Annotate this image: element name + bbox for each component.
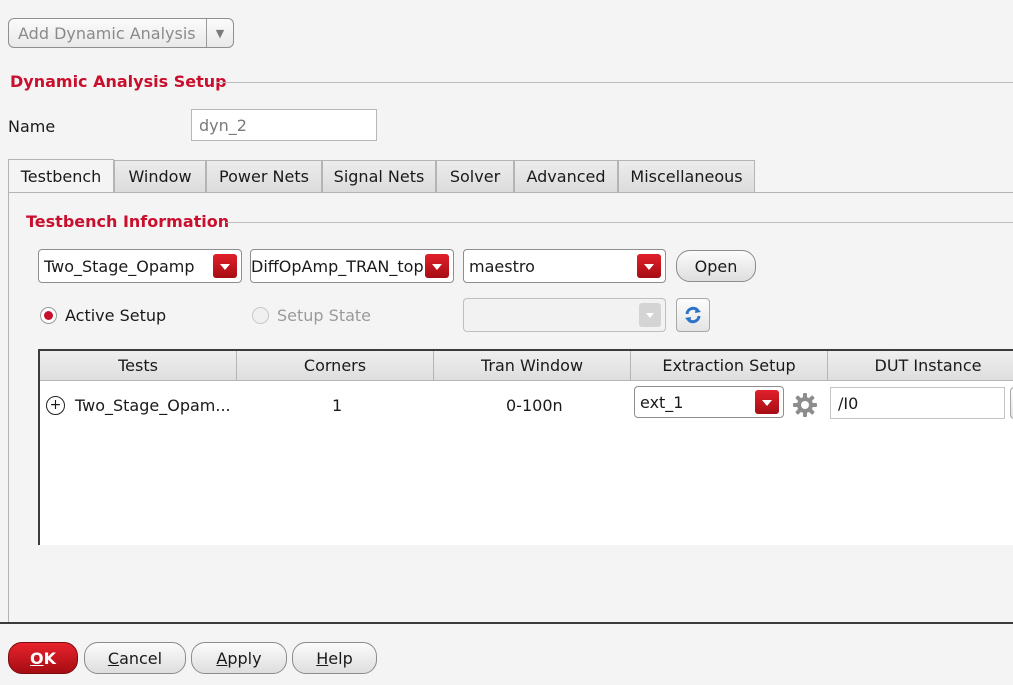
table-header: Tests Corners Tran Window Extraction Set… [40,351,1013,381]
setup-state-dropdown[interactable] [463,298,666,332]
dut-instance-input[interactable]: /I0 [830,387,1005,419]
name-input[interactable]: dyn_2 [191,109,377,141]
setup-state-radio[interactable]: Setup State [252,306,371,325]
active-setup-label: Active Setup [65,306,167,325]
cancel-button[interactable]: Cancel [84,642,186,674]
column-header-tests[interactable]: Tests [40,351,237,380]
section-divider [216,82,1013,83]
extraction-value: ext_1 [640,392,684,412]
testbench-information-title: Testbench Information [26,212,230,231]
ok-rest: K [43,648,56,668]
cell-value: DiffOpAmp_TRAN_top [251,256,424,276]
add-dynamic-analysis-combo[interactable]: Add Dynamic Analysis ▼ [8,18,234,48]
apply-mnemonic: A [216,648,228,668]
gear-button[interactable] [792,381,818,429]
cancel-mnemonic: C [107,648,120,668]
tab-solver[interactable]: Solver [436,160,514,192]
column-header-dut-instance[interactable]: DUT Instance [828,351,1013,380]
gear-icon [793,393,817,417]
column-header-corners[interactable]: Corners [237,351,434,380]
active-setup-radio[interactable]: Active Setup [40,306,166,325]
tab-testbench[interactable]: Testbench [8,159,114,193]
apply-button[interactable]: Apply [191,642,287,674]
chevron-down-icon[interactable] [213,254,237,278]
section-divider [226,222,1013,223]
chevron-down-icon[interactable] [425,254,449,278]
view-dropdown[interactable]: maestro [463,249,666,283]
chevron-down-icon[interactable]: ▼ [206,19,233,47]
add-dynamic-analysis-label: Add Dynamic Analysis [18,23,196,43]
setup-state-label: Setup State [277,306,372,325]
corners-cell: 1 [332,395,343,415]
tab-window[interactable]: Window [114,160,206,192]
dut-cell: /I0 [830,387,1005,419]
column-header-tran-window[interactable]: Tran Window [434,351,631,380]
help-rest: elp [328,648,353,668]
help-mnemonic: H [316,648,329,668]
chevron-down-icon [639,303,661,327]
extraction-cell: ext_1 [634,386,784,418]
radio-unselected-icon [252,307,269,324]
tab-miscellaneous[interactable]: Miscellaneous [618,160,755,192]
tests-table: Tests Corners Tran Window Extraction Set… [38,349,1013,545]
name-label: Name [8,117,56,136]
test-cell: + Two_Stage_Opam... [46,381,231,429]
help-button[interactable]: Help [292,642,377,674]
footer-divider [0,622,1013,624]
tab-signal-nets[interactable]: Signal Nets [322,160,436,192]
tran-window-cell: 0-100n [506,395,563,415]
test-name: Two_Stage_Opam... [75,395,231,415]
plus-circle-icon[interactable]: + [46,395,65,415]
table-row[interactable]: + Two_Stage_Opam... 1 0-100n ext_1 /I0 [40,381,1013,429]
cancel-rest: ancel [119,648,163,668]
chevron-down-icon[interactable] [755,390,779,414]
tab-power-nets[interactable]: Power Nets [206,160,322,192]
apply-rest: pply [227,648,262,668]
ok-mnemonic: O [29,648,44,668]
open-button[interactable]: Open [676,250,756,282]
view-value: maestro [469,256,535,276]
column-header-extraction-setup[interactable]: Extraction Setup [631,351,828,380]
tab-advanced[interactable]: Advanced [514,160,618,192]
refresh-button[interactable] [676,298,710,332]
refresh-icon [685,306,701,324]
ok-button[interactable]: OK [8,642,78,674]
cell-dropdown[interactable]: DiffOpAmp_TRAN_top [250,249,454,283]
radio-selected-icon [40,307,57,324]
library-value: Two_Stage_Opamp [44,256,195,276]
library-dropdown[interactable]: Two_Stage_Opamp [38,249,242,283]
dynamic-analysis-setup-title: Dynamic Analysis Setup [10,72,227,91]
chevron-down-icon[interactable] [637,254,661,278]
extraction-setup-dropdown[interactable]: ext_1 [634,386,784,418]
